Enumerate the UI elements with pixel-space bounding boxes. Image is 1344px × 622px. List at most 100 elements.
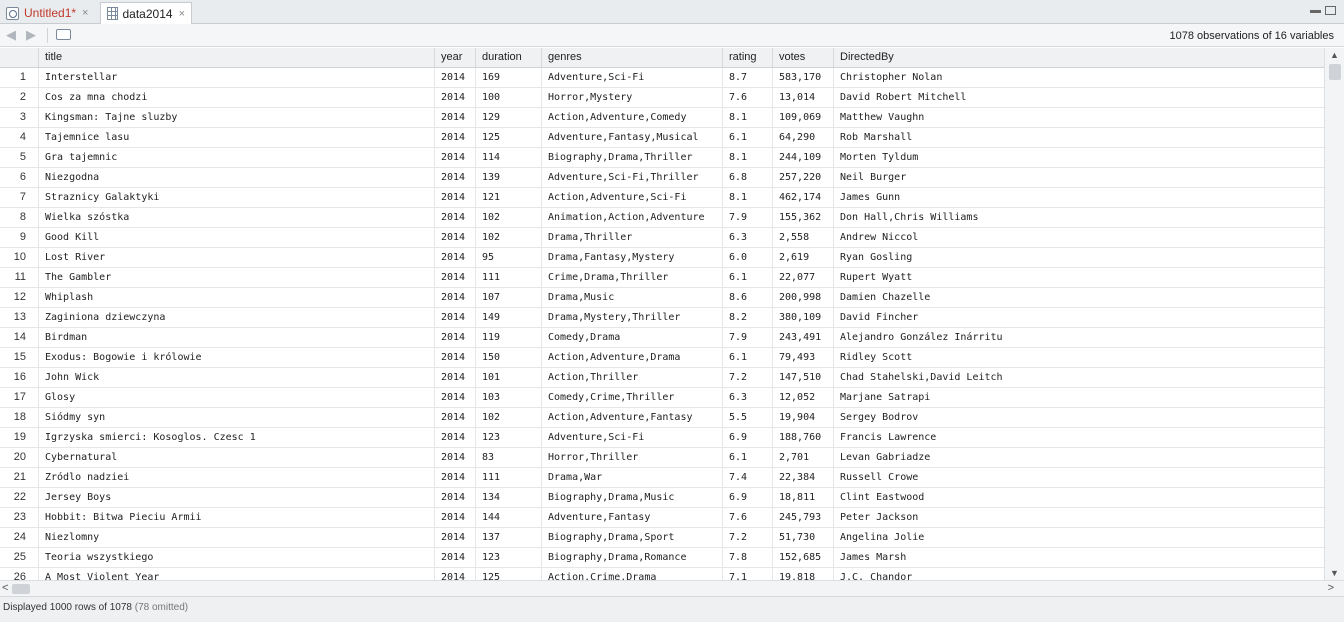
column-header-year[interactable]: year (434, 48, 475, 67)
cell-directedby[interactable]: Francis Lawrence (833, 428, 1324, 447)
cell-genres[interactable]: Drama,Mystery,Thriller (541, 308, 722, 327)
cell-year[interactable]: 2014 (434, 428, 475, 447)
vertical-scroll-thumb[interactable] (1329, 64, 1341, 80)
cell-title[interactable]: Cos za mna chodzi (38, 88, 434, 107)
cell-year[interactable]: 2014 (434, 168, 475, 187)
cell-genres[interactable]: Adventure,Sci-Fi,Thriller (541, 168, 722, 187)
cell-genres[interactable]: Horror,Mystery (541, 88, 722, 107)
horizontal-scroll-thumb[interactable] (12, 584, 30, 594)
cell-title[interactable]: The Gambler (38, 268, 434, 287)
cell-title[interactable]: Birdman (38, 328, 434, 347)
table-row[interactable]: 1 Interstellar 2014 169 Adventure,Sci-Fi 8.7 5… (0, 68, 1324, 88)
table-row[interactable]: 3 Kingsman: Tajne sluzby 2014 129 Action,Adv… (0, 108, 1324, 128)
cell-year[interactable]: 2014 (434, 228, 475, 247)
cell-title[interactable]: Glosy (38, 388, 434, 407)
tab-data2014[interactable]: data2014 × (100, 2, 192, 24)
cell-duration[interactable]: 100 (475, 88, 541, 107)
cell-votes[interactable]: 51,730 (772, 528, 833, 547)
column-header-directedby[interactable]: DirectedBy (833, 48, 1324, 67)
cell-votes[interactable]: 462,174 (772, 188, 833, 207)
close-tab-icon[interactable]: × (179, 8, 185, 20)
cell-genres[interactable]: Action,Crime,Drama (541, 568, 722, 580)
cell-directedby[interactable]: J.C. Chandor (833, 568, 1324, 580)
cell-title[interactable]: Jersey Boys (38, 488, 434, 507)
cell-year[interactable]: 2014 (434, 408, 475, 427)
cell-rating[interactable]: 7.6 (722, 88, 772, 107)
cell-votes[interactable]: 2,701 (772, 448, 833, 467)
table-row[interactable]: 9 Good Kill 2014 102 Drama,Thriller 6.3 2,558 A… (0, 228, 1324, 248)
cell-directedby[interactable]: Russell Crowe (833, 468, 1324, 487)
cell-directedby[interactable]: Angelina Jolie (833, 528, 1324, 547)
cell-directedby[interactable]: Rupert Wyatt (833, 268, 1324, 287)
cell-year[interactable]: 2014 (434, 128, 475, 147)
cell-directedby[interactable]: David Fincher (833, 308, 1324, 327)
cell-title[interactable]: Siódmy syn (38, 408, 434, 427)
cell-directedby[interactable]: Morten Tyldum (833, 148, 1324, 167)
cell-duration[interactable]: 102 (475, 228, 541, 247)
cell-title[interactable]: Good Kill (38, 228, 434, 247)
cell-votes[interactable]: 22,077 (772, 268, 833, 287)
cell-duration[interactable]: 139 (475, 168, 541, 187)
cell-title[interactable]: Lost River (38, 248, 434, 267)
cell-directedby[interactable]: Don Hall,Chris Williams (833, 208, 1324, 227)
cell-duration[interactable]: 83 (475, 448, 541, 467)
cell-rating[interactable]: 8.1 (722, 188, 772, 207)
cell-directedby[interactable]: Rob Marshall (833, 128, 1324, 147)
cell-year[interactable]: 2014 (434, 448, 475, 467)
horizontal-scrollbar[interactable]: < > (0, 580, 1344, 596)
cell-directedby[interactable]: David Robert Mitchell (833, 88, 1324, 107)
cell-votes[interactable]: 2,619 (772, 248, 833, 267)
cell-rating[interactable]: 7.1 (722, 568, 772, 580)
cell-rating[interactable]: 6.3 (722, 388, 772, 407)
cell-year[interactable]: 2014 (434, 188, 475, 207)
column-header-votes[interactable]: votes (772, 48, 833, 67)
table-row[interactable]: 22 Jersey Boys 2014 134 Biography,Drama,Musi… (0, 488, 1324, 508)
scroll-up-icon[interactable]: ▲ (1330, 50, 1339, 60)
cell-year[interactable]: 2014 (434, 468, 475, 487)
cell-votes[interactable]: 152,685 (772, 548, 833, 567)
cell-votes[interactable]: 18,811 (772, 488, 833, 507)
cell-rating[interactable]: 6.8 (722, 168, 772, 187)
table-row[interactable]: 8 Wielka szóstka 2014 102 Animation,Action,A… (0, 208, 1324, 228)
cell-genres[interactable]: Biography,Drama,Music (541, 488, 722, 507)
table-row[interactable]: 11 The Gambler 2014 111 Crime,Drama,Thriller… (0, 268, 1324, 288)
table-row[interactable]: 15 Exodus: Bogowie i królowie 2014 150 Actio… (0, 348, 1324, 368)
cell-title[interactable]: Straznicy Galaktyki (38, 188, 434, 207)
cell-genres[interactable]: Action,Adventure,Comedy (541, 108, 722, 127)
cell-title[interactable]: Zaginiona dziewczyna (38, 308, 434, 327)
cell-title[interactable]: Tajemnice lasu (38, 128, 434, 147)
cell-year[interactable]: 2014 (434, 368, 475, 387)
cell-duration[interactable]: 134 (475, 488, 541, 507)
cell-year[interactable]: 2014 (434, 68, 475, 87)
cell-rating[interactable]: 8.6 (722, 288, 772, 307)
cell-duration[interactable]: 103 (475, 388, 541, 407)
cell-votes[interactable]: 22,384 (772, 468, 833, 487)
cell-rating[interactable]: 7.2 (722, 368, 772, 387)
cell-rating[interactable]: 7.6 (722, 508, 772, 527)
cell-genres[interactable]: Horror,Thriller (541, 448, 722, 467)
cell-rating[interactable]: 6.1 (722, 348, 772, 367)
cell-directedby[interactable]: Clint Eastwood (833, 488, 1324, 507)
cell-directedby[interactable]: Neil Burger (833, 168, 1324, 187)
cell-duration[interactable]: 114 (475, 148, 541, 167)
cell-rating[interactable]: 6.1 (722, 448, 772, 467)
cell-votes[interactable]: 79,493 (772, 348, 833, 367)
maximize-icon[interactable] (1325, 6, 1336, 15)
cell-title[interactable]: Wielka szóstka (38, 208, 434, 227)
column-header-rating[interactable]: rating (722, 48, 772, 67)
cell-votes[interactable]: 200,998 (772, 288, 833, 307)
cell-duration[interactable]: 150 (475, 348, 541, 367)
cell-duration[interactable]: 107 (475, 288, 541, 307)
cell-rating[interactable]: 7.8 (722, 548, 772, 567)
cell-genres[interactable]: Drama,Fantasy,Mystery (541, 248, 722, 267)
cell-directedby[interactable]: James Marsh (833, 548, 1324, 567)
cell-year[interactable]: 2014 (434, 148, 475, 167)
cell-genres[interactable]: Drama,Thriller (541, 228, 722, 247)
cell-duration[interactable]: 95 (475, 248, 541, 267)
cell-genres[interactable]: Drama,Music (541, 288, 722, 307)
cell-duration[interactable]: 137 (475, 528, 541, 547)
cell-title[interactable]: Whiplash (38, 288, 434, 307)
cell-year[interactable]: 2014 (434, 308, 475, 327)
cell-year[interactable]: 2014 (434, 108, 475, 127)
table-row[interactable]: 6 Niezgodna 2014 139 Adventure,Sci-Fi,Thrill… (0, 168, 1324, 188)
